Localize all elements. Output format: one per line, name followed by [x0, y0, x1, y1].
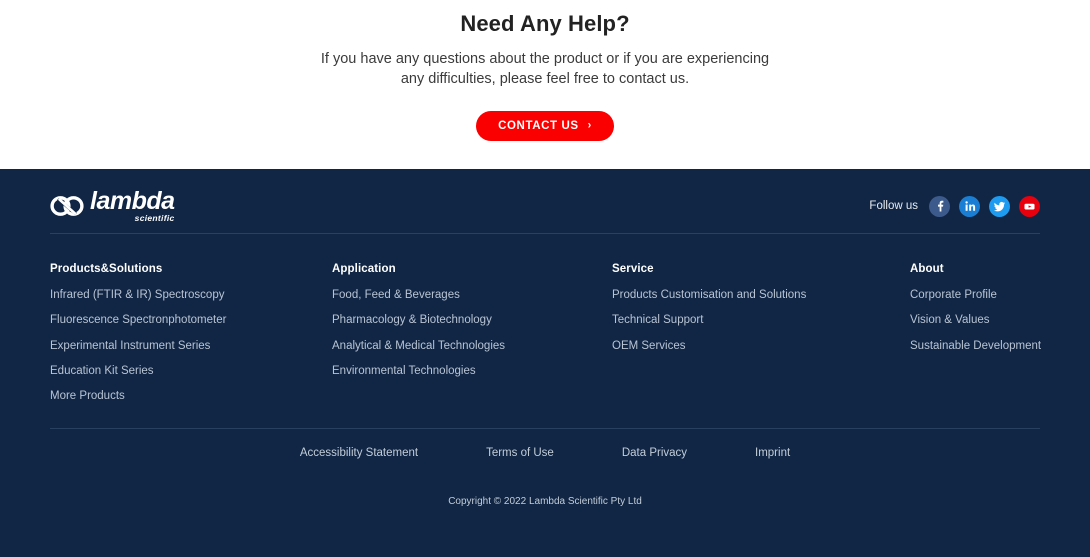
footer-link[interactable]: Analytical & Medical Technologies: [332, 334, 612, 359]
twitter-icon[interactable]: [989, 195, 1010, 217]
help-section: Need Any Help? If you have any questions…: [0, 0, 1090, 169]
youtube-glyph: [1024, 203, 1035, 209]
logo-subtitle: scientific: [134, 213, 175, 224]
site-footer: lambda scientific Follow us Products&Sol…: [0, 169, 1090, 557]
copyright-text: Copyright © 2022 Lambda Scientific Pty L…: [448, 496, 642, 507]
footer-link[interactable]: Pharmacology & Biotechnology: [332, 308, 612, 333]
linkedin-glyph: [964, 201, 975, 211]
footer-column-products: Products&Solutions Infrared (FTIR & IR) …: [50, 263, 332, 428]
footer-legal-links: Accessibility Statement Terms of Use Dat…: [50, 429, 1040, 459]
facebook-glyph: [937, 200, 943, 212]
footer-link[interactable]: Products Customisation and Solutions: [612, 283, 910, 308]
footer-link[interactable]: Technical Support: [612, 308, 910, 333]
chevron-right-icon: ›: [587, 119, 592, 132]
legal-link-privacy[interactable]: Data Privacy: [622, 447, 687, 459]
brand-logo[interactable]: lambda scientific: [50, 189, 175, 223]
column-heading: About: [910, 263, 944, 275]
facebook-icon[interactable]: [929, 195, 950, 217]
legal-link-terms[interactable]: Terms of Use: [486, 447, 554, 459]
footer-top-bar: lambda scientific Follow us: [50, 169, 1040, 233]
footer-link[interactable]: Infrared (FTIR & IR) Spectroscopy: [50, 283, 332, 308]
linkedin-icon[interactable]: [959, 195, 980, 217]
contact-us-label: CONTACT US: [498, 120, 579, 132]
twitter-glyph: [993, 201, 1006, 211]
infinity-lambda-mark-icon: [50, 196, 84, 216]
footer-link[interactable]: Vision & Values: [910, 308, 1040, 333]
footer-link[interactable]: Environmental Technologies: [332, 359, 612, 384]
footer-link[interactable]: OEM Services: [612, 334, 910, 359]
footer-column-service: Service Products Customisation and Solut…: [612, 263, 910, 428]
legal-link-accessibility[interactable]: Accessibility Statement: [300, 447, 418, 459]
footer-link[interactable]: More Products: [50, 384, 332, 409]
logo-wordmark: lambda: [90, 187, 175, 216]
footer-link[interactable]: Fluorescence Spectronphotometer: [50, 308, 332, 333]
footer-link-columns: Products&Solutions Infrared (FTIR & IR) …: [50, 234, 1041, 428]
footer-link[interactable]: Education Kit Series: [50, 359, 332, 384]
contact-us-button[interactable]: CONTACT US ›: [476, 111, 614, 141]
footer-column-application: Application Food, Feed & Beverages Pharm…: [332, 263, 612, 428]
footer-column-about: About Corporate Profile Vision & Values …: [910, 263, 1041, 428]
help-subtitle: If you have any questions about the prod…: [320, 51, 770, 87]
follow-us-group: Follow us: [869, 195, 1040, 217]
follow-us-label: Follow us: [869, 200, 918, 212]
page-title: Need Any Help?: [460, 11, 630, 36]
footer-link[interactable]: Sustainable Development: [910, 334, 1041, 359]
column-heading: Service: [612, 263, 654, 275]
footer-link[interactable]: Food, Feed & Beverages: [332, 283, 612, 308]
column-heading: Application: [332, 263, 396, 275]
footer-link[interactable]: Experimental Instrument Series: [50, 334, 332, 359]
footer-link[interactable]: Corporate Profile: [910, 283, 1040, 308]
column-heading: Products&Solutions: [50, 263, 163, 275]
youtube-icon[interactable]: [1019, 195, 1040, 217]
legal-link-imprint[interactable]: Imprint: [755, 447, 790, 459]
